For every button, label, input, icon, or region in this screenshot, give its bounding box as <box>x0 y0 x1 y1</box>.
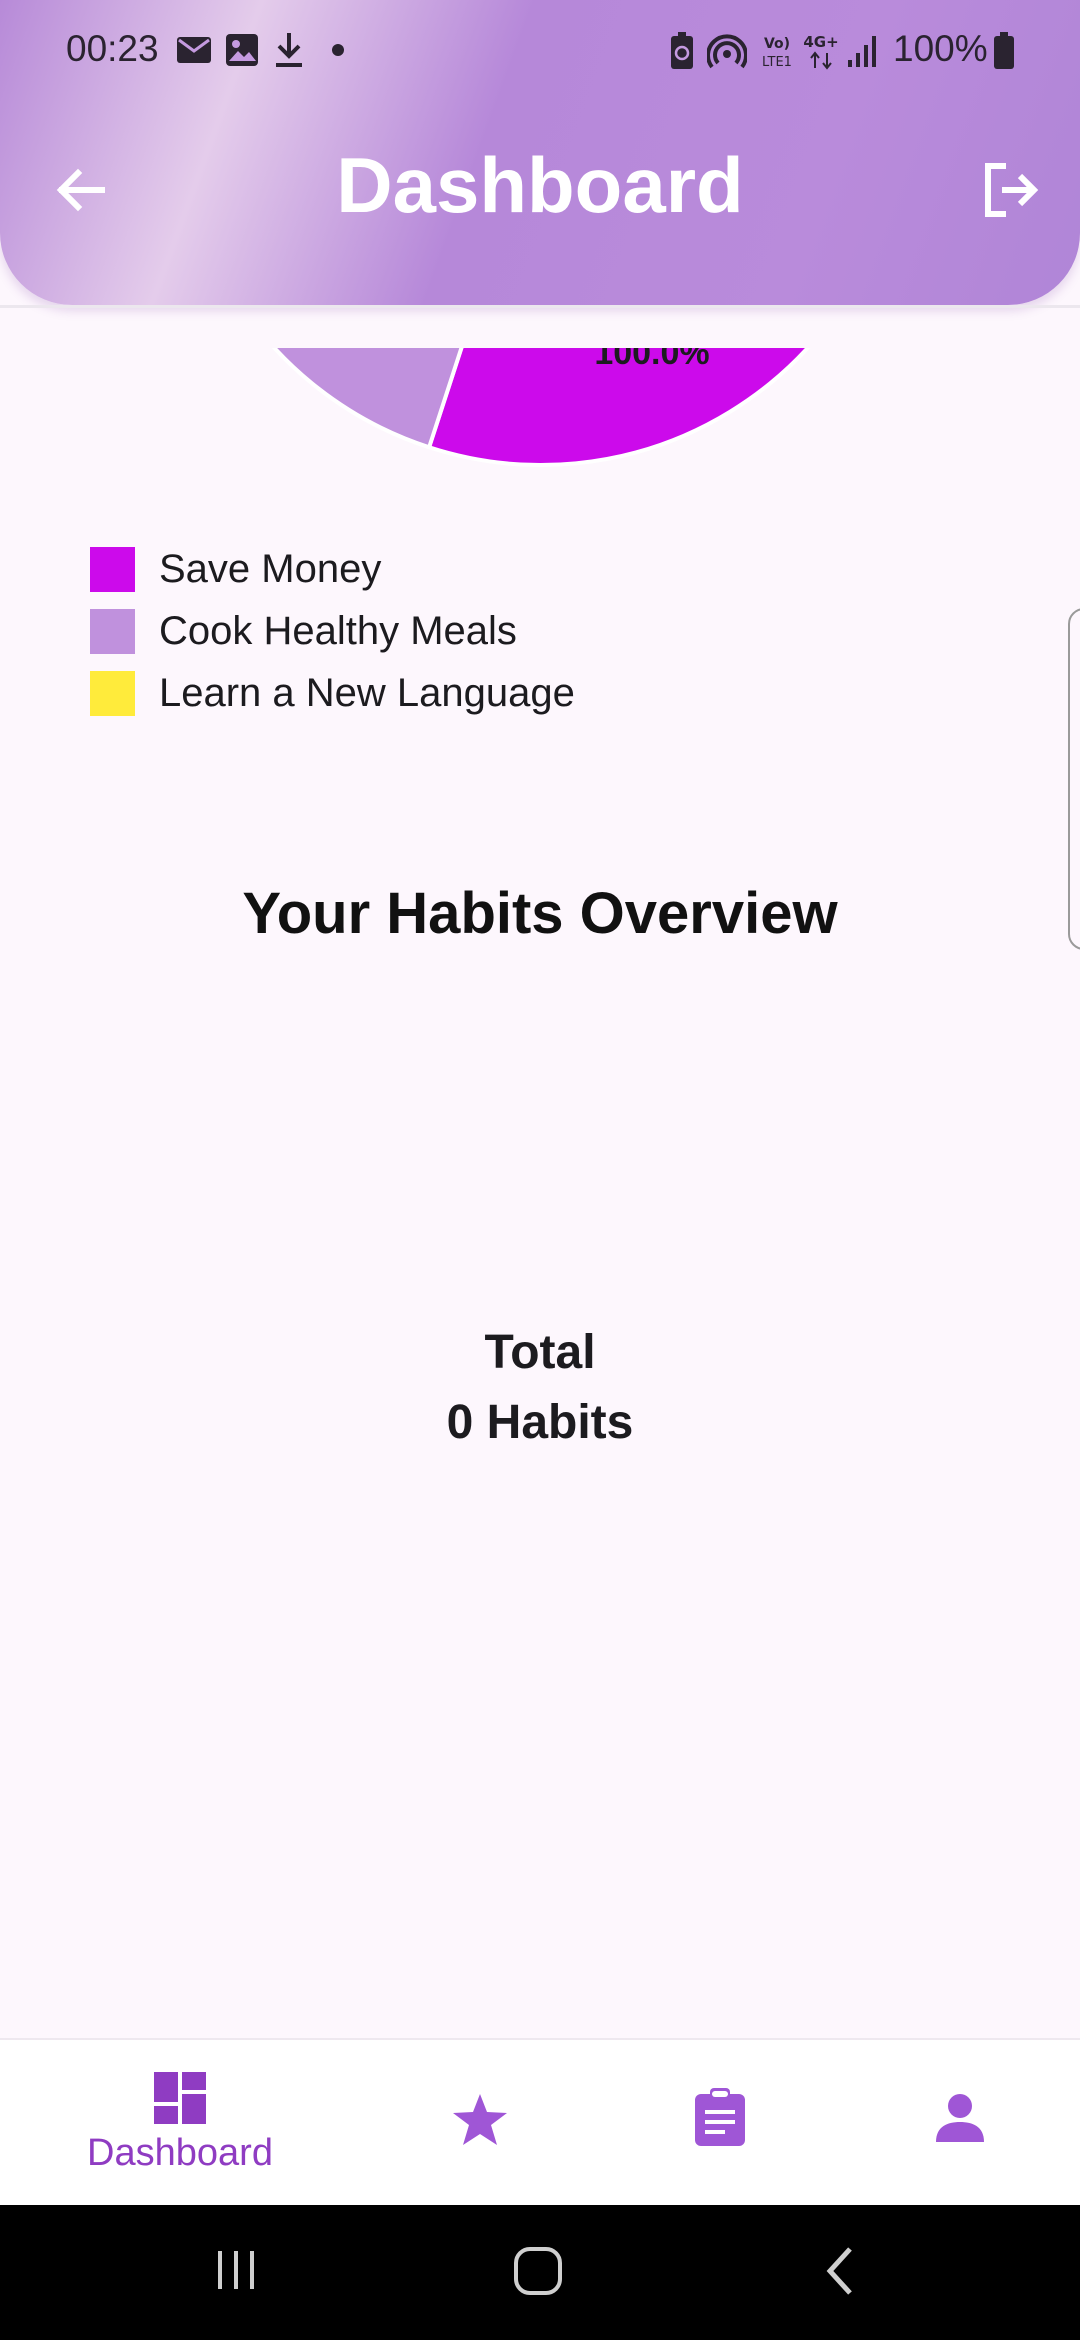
nav-item-tasks[interactable] <box>620 2040 820 2207</box>
total-label: Total <box>484 1326 596 1379</box>
svg-text:Vo): Vo) <box>764 36 790 52</box>
image-icon <box>226 34 258 66</box>
battery-saver-icon <box>671 32 693 69</box>
legend-item: Save Money <box>90 538 575 600</box>
battery-percentage: 100% <box>893 28 988 69</box>
download-icon <box>276 33 302 67</box>
legend-swatch-learn-language <box>90 670 135 716</box>
logout-icon[interactable] <box>982 160 1042 220</box>
section-title: Your Habits Overview <box>242 881 838 946</box>
status-time: 00:23 <box>66 28 159 69</box>
volte-icon: Vo) LTE1 <box>762 36 792 70</box>
legend-swatch-save-money <box>90 546 135 592</box>
total-value: 0 Habits <box>446 1396 634 1449</box>
dashboard-icon <box>154 2072 206 2124</box>
legend-label: Save Money <box>159 546 382 591</box>
star-icon <box>453 2094 507 2145</box>
nav-label-dashboard: Dashboard <box>87 2132 273 2174</box>
chart-legend: Save Money Cook Healthy Meals Learn a Ne… <box>90 538 575 724</box>
legend-swatch-cook-healthy-meals <box>90 608 135 654</box>
recents-icon[interactable] <box>212 2245 260 2295</box>
hotspot-icon <box>707 34 747 69</box>
nav-item-favorites[interactable] <box>380 2040 580 2207</box>
app-header: 00:23 Vo) LTE1 4G+ 100% Dashboard <box>0 0 1080 305</box>
page-title: Dashboard <box>336 141 744 229</box>
legend-item: Learn a New Language <box>90 662 575 724</box>
bottom-navigation: Dashboard <box>0 2038 1080 2207</box>
4g-icon: 4G+ <box>803 33 839 70</box>
svg-text:LTE1: LTE1 <box>762 55 792 70</box>
signal-icon <box>848 36 876 67</box>
system-navigation-bar <box>0 2205 1080 2340</box>
status-bar: 00:23 Vo) LTE1 4G+ 100% <box>0 0 1080 100</box>
svg-text:4G+: 4G+ <box>803 33 838 51</box>
nav-item-dashboard[interactable]: Dashboard <box>80 2040 280 2207</box>
legend-item: Cook Healthy Meals <box>90 600 575 662</box>
person-icon <box>936 2094 984 2142</box>
content-divider <box>0 305 1080 308</box>
home-icon[interactable] <box>512 2245 564 2297</box>
dot-icon <box>332 44 344 56</box>
battery-icon <box>994 32 1014 69</box>
nav-item-profile[interactable] <box>860 2040 1060 2207</box>
legend-label: Learn a New Language <box>159 670 575 715</box>
total-habits: Total 0 Habits <box>0 1318 1080 1458</box>
mail-icon <box>177 37 211 63</box>
back-icon[interactable] <box>820 2245 860 2297</box>
clipboard-icon <box>695 2088 745 2146</box>
pie-slice-label: 100.0% <box>594 348 709 372</box>
legend-label: Cook Healthy Meals <box>159 608 517 653</box>
habit-pie-chart: 100.0% <box>271 348 811 467</box>
